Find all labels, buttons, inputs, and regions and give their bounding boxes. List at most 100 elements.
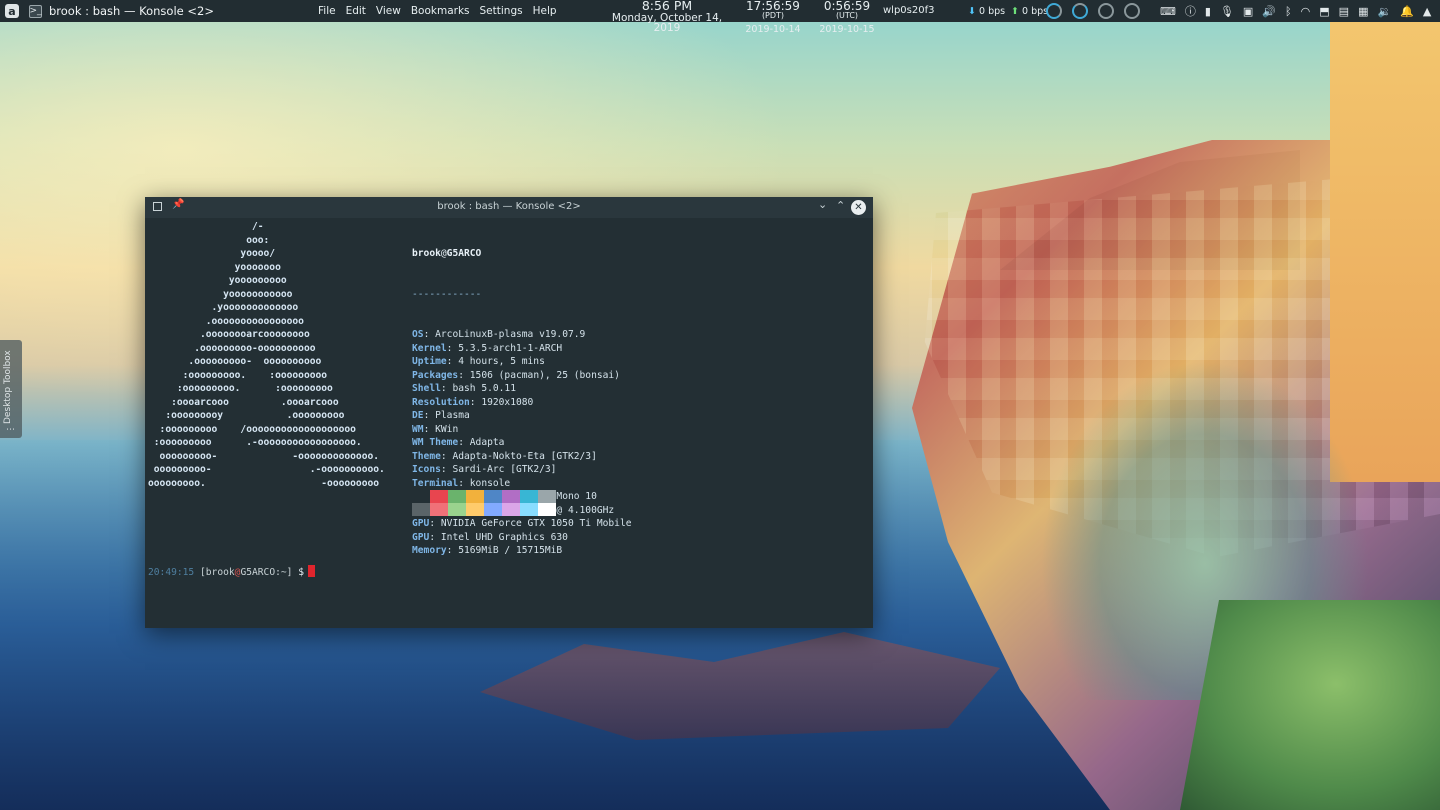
info-row: Icons: Sardi-Arc [GTK2/3] bbox=[412, 463, 632, 477]
info-row: Packages: 1506 (pacman), 25 (bonsai) bbox=[412, 369, 632, 383]
menu-bookmarks[interactable]: Bookmarks bbox=[411, 5, 470, 17]
info-colon: : bbox=[423, 410, 436, 421]
info-value: konsole bbox=[469, 477, 511, 489]
close-button[interactable]: ✕ bbox=[851, 200, 866, 215]
prompt-time: 20:49:15 bbox=[148, 567, 195, 578]
logo-line: :ooooooooo. :ooooooooo bbox=[148, 383, 333, 394]
logo-line: :ooooooooy .ooooooooo bbox=[148, 410, 345, 421]
info-row: Terminal: konsole bbox=[412, 477, 632, 491]
info-colon: : bbox=[423, 329, 436, 340]
wifi-icon[interactable]: ◠ bbox=[1301, 6, 1311, 17]
info-key: Resolution bbox=[412, 396, 470, 408]
info-row: Resolution: 1920x1080 bbox=[412, 396, 632, 410]
microphone-icon[interactable]: 🎙 bbox=[1220, 6, 1234, 17]
battery-icon[interactable]: ▮ bbox=[1205, 6, 1211, 17]
net-upload-value: 0 bps bbox=[1022, 6, 1049, 17]
info-colon: : bbox=[440, 450, 453, 462]
logo-line: :ooooooooo /ooooooooooooooooooo bbox=[148, 423, 356, 435]
color-swatch bbox=[466, 503, 484, 516]
bluetooth-icon[interactable]: ᛒ bbox=[1285, 6, 1292, 17]
top-panel: a >_ brook : bash — Konsole <2> File Edi… bbox=[0, 0, 1440, 34]
info-key: GPU bbox=[412, 518, 430, 529]
info-row: Memory: 5169MiB / 15715MiB bbox=[412, 544, 632, 558]
info-row: OS: ArcoLinuxB-plasma v19.07.9 bbox=[412, 328, 632, 342]
logo-line: .oooooooooooooooo bbox=[148, 315, 304, 327]
info-key: GPU bbox=[412, 531, 430, 543]
prompt-user: brook bbox=[205, 567, 235, 578]
menu-settings[interactable]: Settings bbox=[480, 5, 523, 17]
info-value: 4 hours, 5 mins bbox=[458, 356, 545, 367]
menu-edit[interactable]: Edit bbox=[346, 5, 366, 17]
digital-clock[interactable]: 8:56 PM Monday, October 14, 2019 bbox=[600, 0, 734, 34]
info-value: NVIDIA GeForce GTX 1050 Ti Mobile bbox=[440, 518, 632, 529]
konsole-window-icon[interactable]: >_ bbox=[29, 4, 42, 18]
info-value: 5169MiB / 15715MiB bbox=[458, 545, 563, 556]
info-key: Shell bbox=[412, 383, 441, 394]
info-value: Adapta-Nokto-Eta [GTK2/3] bbox=[452, 450, 597, 462]
folder-icon[interactable]: ▤ bbox=[1339, 6, 1349, 17]
menu-help[interactable]: Help bbox=[533, 5, 557, 17]
info-row: GPU: Intel UHD Graphics 630 bbox=[412, 531, 632, 545]
konsole-window[interactable]: 📌 brook : bash — Konsole <2> ⌄ ⌃ ✕ /- oo… bbox=[145, 197, 873, 628]
network-interface-name[interactable]: wlp0s20f3 bbox=[883, 5, 934, 16]
desktop-toolbox[interactable]: Desktop Toolbox ⋯ bbox=[0, 340, 22, 438]
info-key: Theme bbox=[412, 450, 441, 462]
logo-line: ooo: bbox=[148, 234, 270, 246]
logo-line: ooooooooo. -ooooooooo bbox=[148, 477, 380, 489]
color-swatch bbox=[430, 490, 448, 503]
text-cursor bbox=[308, 565, 315, 577]
menu-view[interactable]: View bbox=[376, 5, 401, 17]
arcolinux-logo-icon[interactable]: a bbox=[5, 4, 19, 18]
menu-file[interactable]: File bbox=[318, 5, 336, 17]
clock-utc[interactable]: 0:56:59 (UTC) 2019-10-15 bbox=[812, 0, 882, 35]
desktop-toolbox-label: Desktop Toolbox bbox=[3, 350, 13, 424]
color-swatch bbox=[520, 490, 538, 503]
info-row: GPU: NVIDIA GeForce GTX 1050 Ti Mobile bbox=[412, 517, 632, 531]
swap-monitor-icon[interactable] bbox=[1098, 3, 1114, 19]
info-icon[interactable]: ⓘ bbox=[1185, 6, 1196, 17]
keyboard-icon[interactable]: ⌨ bbox=[1160, 6, 1176, 17]
volume-icon[interactable]: 🔉 bbox=[1377, 6, 1391, 17]
memory-monitor-icon[interactable] bbox=[1072, 3, 1088, 19]
clock-pdt-zone: (PDT) bbox=[761, 11, 785, 20]
prompt-path: :~] bbox=[275, 567, 293, 578]
prompt-dollar: $ bbox=[298, 567, 304, 578]
clipboard-icon[interactable]: ▦ bbox=[1358, 6, 1368, 17]
palette-row-bright bbox=[412, 503, 556, 516]
screenshot-icon[interactable]: ▣ bbox=[1243, 6, 1253, 17]
kde-connect-icon[interactable]: ⬒ bbox=[1319, 6, 1329, 17]
info-colon: : bbox=[446, 356, 459, 367]
shell-prompt[interactable]: 20:49:15 [brook@G5ARCO:~] $ bbox=[148, 565, 315, 578]
clock-utc-zone: (UTC) bbox=[835, 11, 859, 20]
arcolinux-ascii-logo: /- ooo: yoooo/ yooooooo yooooooooo yoooo… bbox=[148, 220, 385, 490]
disk-monitor-icon[interactable] bbox=[1124, 3, 1140, 19]
info-value: Sardi-Arc [GTK2/3] bbox=[452, 464, 557, 475]
notifications-icon[interactable]: 🔔 bbox=[1400, 6, 1414, 17]
net-upload-speed[interactable]: ⬆ 0 bps bbox=[1011, 6, 1048, 17]
color-swatch bbox=[430, 503, 448, 516]
net-download-speed[interactable]: ⬇ 0 bps bbox=[968, 6, 1005, 17]
color-swatch bbox=[520, 503, 538, 516]
clock-utc-date: 2019-10-15 bbox=[819, 24, 875, 35]
info-key: WM Theme bbox=[412, 437, 459, 448]
maximize-button[interactable]: ⌃ bbox=[836, 199, 845, 212]
logo-line: .ooooooooo-oooooooooo bbox=[148, 342, 316, 354]
logo-line: .ooooooooo- oooooooooo bbox=[148, 356, 322, 367]
color-swatch bbox=[484, 490, 502, 503]
chevron-up-icon[interactable]: ▲ bbox=[1423, 6, 1431, 17]
info-value: Adapta bbox=[469, 437, 505, 448]
clock-pdt[interactable]: 17:56:59 (PDT) 2019-10-14 bbox=[736, 0, 810, 35]
info-key: Packages bbox=[412, 369, 459, 381]
info-value: bash 5.0.11 bbox=[452, 383, 516, 394]
cpu-monitor-icon[interactable] bbox=[1046, 3, 1062, 19]
minimize-button[interactable]: ⌄ bbox=[818, 198, 827, 211]
window-titlebar[interactable]: 📌 brook : bash — Konsole <2> ⌄ ⌃ ✕ bbox=[145, 197, 873, 218]
wallpaper-greenery bbox=[1180, 600, 1440, 810]
volume-icon[interactable]: 🔊 bbox=[1262, 6, 1276, 17]
active-window-title[interactable]: brook : bash — Konsole <2> bbox=[49, 4, 214, 18]
hostname: G5ARCO bbox=[446, 248, 482, 259]
color-swatch bbox=[484, 503, 502, 516]
info-value: 1506 (pacman), 25 (bonsai) bbox=[469, 369, 620, 381]
terminal-view[interactable]: /- ooo: yoooo/ yooooooo yooooooooo yoooo… bbox=[145, 218, 873, 628]
info-value: 1920x1080 bbox=[481, 396, 534, 408]
